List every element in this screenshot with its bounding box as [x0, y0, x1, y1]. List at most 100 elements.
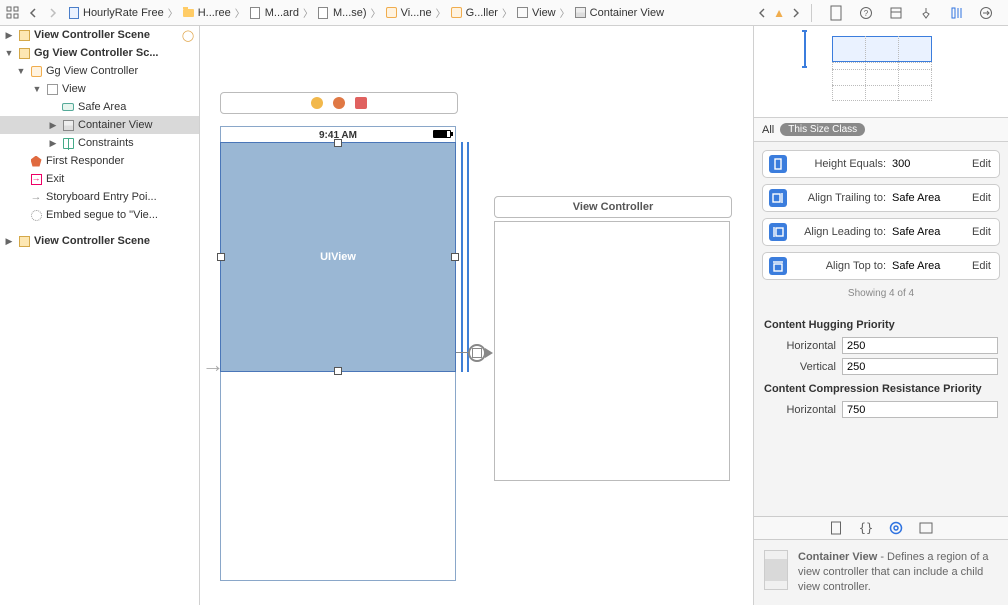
disclosure-triangle-icon[interactable]: ▶	[48, 138, 58, 149]
crumb-base[interactable]: M...se)	[314, 6, 370, 19]
tab-all[interactable]: All	[762, 124, 774, 136]
row-label: View	[62, 83, 86, 95]
disclosure-triangle-icon[interactable]: ▶	[4, 236, 14, 247]
constraint-label: Align Leading to:	[793, 226, 886, 238]
vc-row[interactable]: ▼ Gg View Controller	[0, 62, 199, 80]
edit-button[interactable]: Edit	[970, 192, 993, 204]
crumb-storyboard[interactable]: M...ard	[246, 6, 302, 19]
container-icon	[63, 120, 74, 131]
device-frame[interactable]: 9:41 AM UIView	[220, 126, 456, 581]
comp-h-input[interactable]	[842, 401, 998, 418]
safearea-row[interactable]: Safe Area	[0, 98, 199, 116]
constraint-label: Align Trailing to:	[793, 192, 886, 204]
edit-button[interactable]: Edit	[970, 226, 993, 238]
code-snippet-icon[interactable]: {}	[858, 520, 874, 536]
disclosure-triangle-icon[interactable]: ▼	[4, 48, 14, 58]
constraint-trailing[interactable]: Align Trailing to: Safe Area Edit	[762, 184, 1000, 212]
autoresize-preview[interactable]	[754, 26, 1008, 118]
document-outline[interactable]: ▶ View Controller Scene ◯ ▼ Gg View Cont…	[0, 26, 200, 605]
nav-fwd-icon[interactable]	[44, 4, 62, 22]
scene-row[interactable]: ▼ Gg View Controller Sc...	[0, 44, 199, 62]
constraint-leading[interactable]: Align Leading to: Safe Area Edit	[762, 218, 1000, 246]
scene-exit-icon[interactable]	[355, 97, 367, 109]
related-items-icon[interactable]	[4, 4, 22, 22]
nav-left-trail-icon[interactable]	[753, 4, 771, 22]
crumb-scene[interactable]: Vi...ne	[382, 6, 435, 19]
scene-icon	[19, 30, 30, 41]
container-view[interactable]: UIView	[221, 143, 455, 371]
edit-button[interactable]: Edit	[970, 260, 993, 272]
disclosure-triangle-icon[interactable]: ▼	[32, 84, 42, 94]
scene-title-bar[interactable]	[220, 92, 458, 114]
exit-row[interactable]: Exit	[0, 170, 199, 188]
help-inspector-icon[interactable]: ?	[856, 3, 876, 23]
view-icon	[517, 7, 528, 18]
crumb-container[interactable]: Container View	[571, 6, 667, 19]
view-row[interactable]: ▼ View	[0, 80, 199, 98]
crumb-label: H...ree	[198, 7, 231, 19]
media-library-icon[interactable]	[918, 520, 934, 536]
guide-trailing	[461, 142, 463, 372]
crumb-vc[interactable]: G...ller	[447, 6, 501, 19]
disclosure-triangle-icon[interactable]: ▶	[4, 30, 14, 41]
crumb-label: M...se)	[333, 7, 367, 19]
top-icon	[769, 257, 787, 275]
file-inspector-icon[interactable]	[826, 3, 846, 23]
chevron-right-icon: 〉	[559, 5, 571, 20]
responder-row[interactable]: First Responder	[0, 152, 199, 170]
constraint-height[interactable]: Height Equals: 300 Edit	[762, 150, 1000, 178]
container-row[interactable]: ▶ Container View	[0, 116, 199, 134]
warning-icon[interactable]: ▲	[773, 6, 785, 20]
size-class-tabs: All This Size Class	[754, 118, 1008, 142]
segue-icon	[31, 210, 42, 221]
nav-right-trail-icon[interactable]	[787, 4, 805, 22]
crumb-project[interactable]: HourlyRate Free	[64, 6, 167, 19]
crumb-folder[interactable]: H...ree	[179, 6, 234, 19]
row-label: Exit	[46, 173, 64, 185]
storyboard-canvas[interactable]: → 9:41 AM UIView View Controller	[200, 26, 753, 605]
constraints-row[interactable]: ▶ Constraints	[0, 134, 199, 152]
comp-horizontal-row: Horizontal	[754, 399, 1008, 420]
size-inspector-icon[interactable]	[946, 3, 966, 23]
view-icon	[47, 84, 58, 95]
child-vc-frame[interactable]: View Controller	[494, 221, 730, 481]
constraint-label: Align Top to:	[793, 260, 886, 272]
crumb-view[interactable]: View	[513, 6, 559, 19]
entry-row[interactable]: → Storyboard Entry Poi...	[0, 188, 199, 206]
embed-row[interactable]: Embed segue to "Vie...	[0, 206, 199, 224]
edit-button[interactable]: Edit	[970, 158, 993, 170]
crumb-label: Container View	[590, 7, 664, 19]
inspector-panel: All This Size Class Height Equals: 300 E…	[753, 26, 1008, 605]
hug-h-input[interactable]	[842, 337, 998, 354]
file-template-icon[interactable]	[828, 520, 844, 536]
nav-back-icon[interactable]	[24, 4, 42, 22]
row-label: Container View	[78, 119, 152, 131]
attributes-inspector-icon[interactable]	[916, 3, 936, 23]
child-title-bar[interactable]: View Controller	[494, 196, 732, 218]
chevron-right-icon: 〉	[302, 5, 314, 20]
tab-sizeclass[interactable]: This Size Class	[780, 123, 865, 136]
scene-obj-icon[interactable]	[311, 97, 323, 109]
hug-vertical-row: Vertical	[754, 356, 1008, 377]
constraint-value: Safe Area	[892, 260, 964, 272]
object-library-icon[interactable]	[888, 520, 904, 536]
scene-responder-icon[interactable]	[333, 97, 345, 109]
row-label: First Responder	[46, 155, 124, 167]
constraint-top[interactable]: Align Top to: Safe Area Edit	[762, 252, 1000, 280]
add-icon[interactable]: ◯	[181, 28, 195, 42]
disclosure-triangle-icon[interactable]: ▶	[48, 120, 58, 131]
doc-icon	[318, 7, 328, 19]
responder-icon	[31, 156, 42, 167]
embed-segue-icon[interactable]	[468, 344, 486, 362]
disclosure-triangle-icon[interactable]: ▼	[16, 66, 26, 76]
scene-row[interactable]: ▶ View Controller Scene ◯	[0, 26, 199, 44]
identity-inspector-icon[interactable]	[886, 3, 906, 23]
battery-icon	[433, 130, 451, 138]
hug-v-input[interactable]	[842, 358, 998, 375]
constraints-icon	[63, 138, 74, 149]
status-bar: 9:41 AM	[221, 127, 455, 143]
connections-inspector-icon[interactable]	[976, 3, 996, 23]
breadcrumbs: HourlyRate Free 〉 H...ree 〉 M...ard 〉 M.…	[64, 5, 751, 20]
scene-row[interactable]: ▶ View Controller Scene	[0, 232, 199, 250]
constraint-value: Safe Area	[892, 226, 964, 238]
